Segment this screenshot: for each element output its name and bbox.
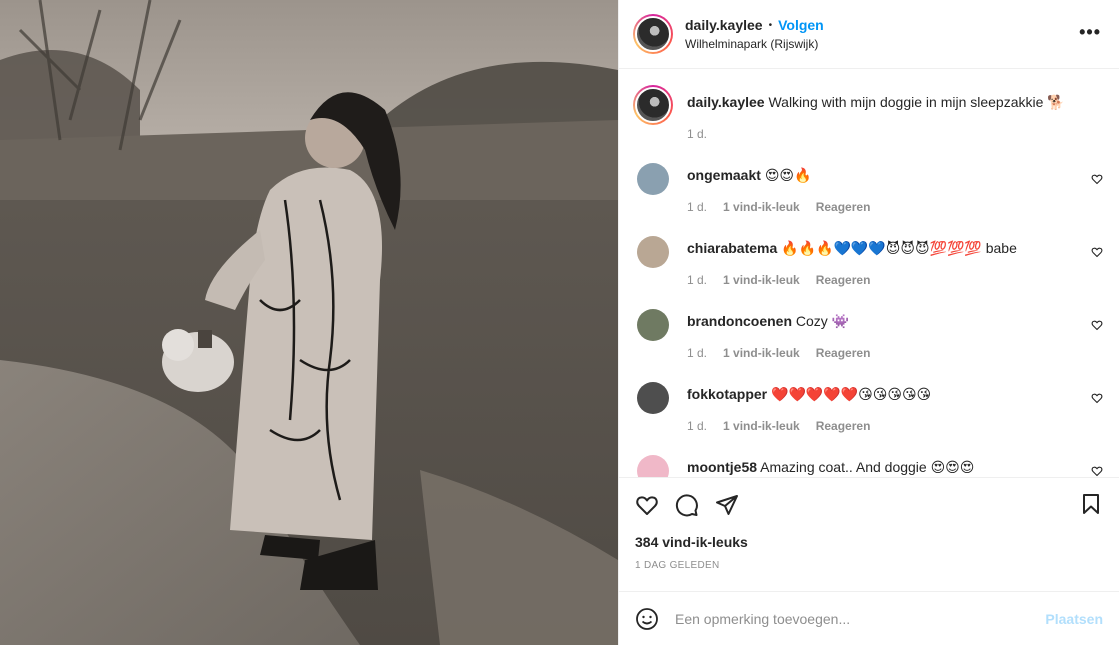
- commenter-avatar[interactable]: [637, 163, 669, 195]
- post-photo[interactable]: [0, 0, 618, 645]
- commenter-username[interactable]: fokkotapper: [687, 386, 767, 402]
- commenter-avatar[interactable]: [637, 309, 669, 341]
- comment-body: brandoncoenen Cozy 👾 1 d. 1 vind-ik-leuk Re…: [687, 309, 870, 360]
- comment-like-count[interactable]: 1 vind-ik-leuk: [723, 346, 800, 360]
- heart-small-icon[interactable]: [1091, 173, 1103, 185]
- more-options-icon[interactable]: •••: [1079, 22, 1101, 43]
- comment-meta: 1 d. 1 vind-ik-leuk Reageren: [687, 419, 931, 433]
- comment-text: brandoncoenen Cozy 👾: [687, 312, 870, 330]
- author-avatar-image: [635, 16, 671, 52]
- reply-button[interactable]: Reageren: [816, 419, 871, 433]
- caption: daily.kaylee Walking with mijn doggie in…: [633, 85, 1103, 141]
- commenter-avatar[interactable]: [637, 236, 669, 268]
- heart-small-icon[interactable]: [1091, 392, 1103, 404]
- comment-text: fokkotapper ❤️❤️❤️❤️❤️😘😘😘😘😘: [687, 385, 931, 403]
- comment-meta: 1 d. 1 vind-ik-leuk Reageren: [687, 200, 870, 214]
- comment-row: chiarabatema 🔥🔥🔥💙💙💙😈😈😈💯💯💯 babe 1 d. 1 vind…: [633, 236, 1103, 287]
- heart-small-icon[interactable]: [1091, 246, 1103, 258]
- post-comment-button[interactable]: Plaatsen: [1045, 611, 1103, 627]
- comment-content: ❤️❤️❤️❤️❤️😘😘😘😘😘: [771, 386, 932, 402]
- comment-content: Amazing coat.. And doggie 😍😍😍: [760, 459, 975, 475]
- heart-icon[interactable]: [635, 493, 659, 517]
- comment-row: brandoncoenen Cozy 👾 1 d. 1 vind-ik-leuk Re…: [633, 309, 1103, 360]
- caption-meta: 1 d.: [687, 127, 1065, 141]
- author-username[interactable]: daily.kaylee: [685, 17, 763, 33]
- comment-meta: 1 d. 1 vind-ik-leuk Reageren: [687, 273, 1017, 287]
- comment-row: ongemaakt 😍😍🔥 1 d. 1 vind-ik-leuk Reageren: [633, 163, 1103, 214]
- follow-button[interactable]: Volgen: [778, 17, 824, 33]
- caption-username[interactable]: daily.kaylee: [687, 94, 765, 110]
- comment-time[interactable]: 1 d.: [687, 273, 707, 287]
- emoji-icon[interactable]: [635, 607, 659, 631]
- commenter-avatar[interactable]: [637, 455, 669, 477]
- add-comment-bar: Plaatsen: [619, 591, 1119, 645]
- header-text: daily.kaylee • Volgen Wilhelminapark (Ri…: [685, 17, 824, 51]
- comment-text: moontje58 Amazing coat.. And doggie 😍😍😍: [687, 458, 974, 476]
- caption-text: daily.kaylee Walking with mijn doggie in…: [687, 93, 1065, 111]
- caption-avatar[interactable]: [633, 85, 673, 125]
- send-icon[interactable]: [715, 493, 739, 517]
- comment-text: ongemaakt 😍😍🔥: [687, 166, 870, 184]
- bookmark-icon[interactable]: [1079, 492, 1103, 516]
- commenter-username[interactable]: ongemaakt: [687, 167, 761, 183]
- comment-time[interactable]: 1 d.: [687, 200, 707, 214]
- comment-body: fokkotapper ❤️❤️❤️❤️❤️😘😘😘😘😘 1 d. 1 vind-ik…: [687, 382, 931, 433]
- photo-illustration: [0, 0, 618, 645]
- comment-input[interactable]: [675, 610, 1046, 627]
- comment-like-count[interactable]: 1 vind-ik-leuk: [723, 273, 800, 287]
- caption-avatar-image: [635, 87, 671, 123]
- reply-button[interactable]: Reageren: [816, 346, 871, 360]
- header-line: daily.kaylee • Volgen: [685, 17, 824, 33]
- comment-time[interactable]: 1 d.: [687, 346, 707, 360]
- comment-meta: 1 d. 1 vind-ik-leuk Reageren: [687, 346, 870, 360]
- post-header: daily.kaylee • Volgen Wilhelminapark (Ri…: [619, 0, 1119, 69]
- comment-row: moontje58 Amazing coat.. And doggie 😍😍😍: [633, 455, 1103, 477]
- commenter-avatar[interactable]: [637, 382, 669, 414]
- post-time[interactable]: 1 DAG GELEDEN: [635, 560, 1103, 571]
- comment-time[interactable]: 1 d.: [687, 419, 707, 433]
- comment-text: chiarabatema 🔥🔥🔥💙💙💙😈😈😈💯💯💯 babe: [687, 239, 1017, 257]
- comment-body: chiarabatema 🔥🔥🔥💙💙💙😈😈😈💯💯💯 babe 1 d. 1 vind…: [687, 236, 1017, 287]
- caption-content: Walking with mijn doggie in mijn sleepza…: [768, 94, 1065, 110]
- commenter-username[interactable]: chiarabatema: [687, 240, 777, 256]
- reply-button[interactable]: Reageren: [816, 273, 871, 287]
- comment-like-count[interactable]: 1 vind-ik-leuk: [723, 419, 800, 433]
- comment-body: moontje58 Amazing coat.. And doggie 😍😍😍: [687, 455, 974, 477]
- instagram-post: daily.kaylee • Volgen Wilhelminapark (Ri…: [0, 0, 1119, 645]
- location-link[interactable]: Wilhelminapark (Rijswijk): [685, 37, 824, 51]
- caption-time[interactable]: 1 d.: [687, 127, 707, 141]
- comment-container: ongemaakt 😍😍🔥 1 d. 1 vind-ik-leuk Reageren c…: [633, 163, 1103, 477]
- actions-section: 384 vind-ik-leuks 1 DAG GELEDEN: [619, 477, 1119, 571]
- comment-row: fokkotapper ❤️❤️❤️❤️❤️😘😘😘😘😘 1 d. 1 vind-ik…: [633, 382, 1103, 433]
- comment-content: Cozy 👾: [795, 313, 850, 329]
- reply-button[interactable]: Reageren: [816, 200, 871, 214]
- comments-list[interactable]: daily.kaylee Walking with mijn doggie in…: [619, 69, 1119, 477]
- post-sidebar: daily.kaylee • Volgen Wilhelminapark (Ri…: [618, 0, 1119, 645]
- comment-like-count[interactable]: 1 vind-ik-leuk: [723, 200, 800, 214]
- comment-body: ongemaakt 😍😍🔥 1 d. 1 vind-ik-leuk Reageren: [687, 163, 870, 214]
- comment-icon[interactable]: [675, 493, 699, 517]
- heart-small-icon[interactable]: [1091, 465, 1103, 477]
- comment-content: 😍😍🔥: [764, 167, 812, 183]
- action-bar-left: [635, 491, 739, 517]
- author-avatar[interactable]: [633, 14, 673, 54]
- action-bar: [635, 478, 1103, 530]
- commenter-username[interactable]: brandoncoenen: [687, 313, 792, 329]
- like-count[interactable]: 384 vind-ik-leuks: [635, 534, 1103, 550]
- caption-body: daily.kaylee Walking with mijn doggie in…: [687, 85, 1065, 141]
- heart-small-icon[interactable]: [1091, 319, 1103, 331]
- commenter-username[interactable]: moontje58: [687, 459, 757, 475]
- comment-content: 🔥🔥🔥💙💙💙😈😈😈💯💯💯 babe: [781, 240, 1017, 256]
- separator-dot: •: [768, 19, 773, 31]
